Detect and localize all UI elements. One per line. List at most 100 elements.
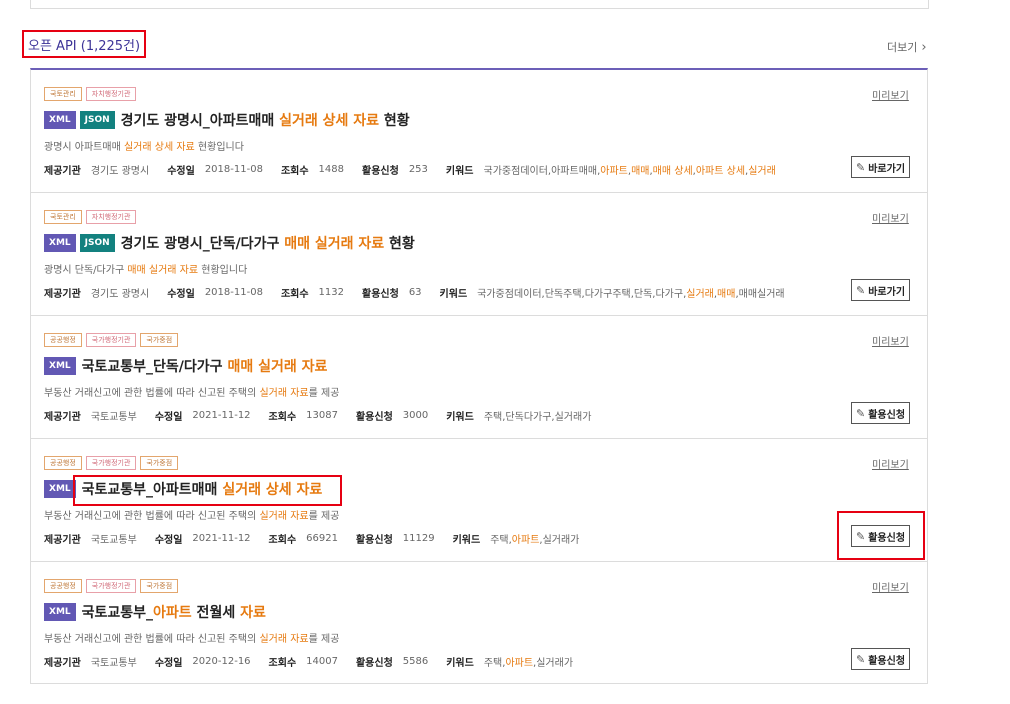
more-link[interactable]: 더보기 › xyxy=(887,39,927,55)
preview-link[interactable]: 미리보기 xyxy=(872,333,909,348)
title-text: 국토교통부_ xyxy=(81,605,154,621)
requests-value: 63 xyxy=(408,287,422,298)
preview-link[interactable]: 미리보기 xyxy=(872,579,909,594)
views-value: 1132 xyxy=(318,287,344,298)
requests-label: 활용신청 xyxy=(355,535,393,546)
more-label: 더보기 xyxy=(887,41,918,54)
keyword-highlight: 아파트 xyxy=(600,166,628,177)
title-highlight: 실거래 상세 자료 xyxy=(222,482,323,498)
action-label: 바로가기 xyxy=(868,286,906,298)
keyword-highlight: 아파트 상세 xyxy=(695,166,746,177)
description-text: 를 제공 xyxy=(308,388,340,399)
apply-button[interactable]: ✎ 활용신청 xyxy=(851,402,911,424)
tag-list: 공공행정 국가행정기관 국가중점 xyxy=(44,333,179,347)
description-text: 부동산 거래신고에 관한 법률에 따라 신고된 주택의 xyxy=(44,634,260,645)
xml-format-badge: XML xyxy=(44,603,76,621)
api-title[interactable]: 경기도 광명시_아파트매매 실거래 상세 자료 현황 xyxy=(121,110,410,130)
title-row: XML JSON 경기도 광명시_아파트매매 실거래 상세 자료 현황 xyxy=(44,110,410,130)
description-text: 를 제공 xyxy=(308,634,340,645)
category-tag: 국가행정기관 xyxy=(85,579,137,593)
provider-value: 경기도 광명시 xyxy=(90,166,150,177)
keyword-text: 주택, xyxy=(483,658,506,669)
modified-value: 2018-11-08 xyxy=(204,164,263,175)
keyword-text: 주택,단독다가구,실거래가 xyxy=(483,412,592,423)
previous-section-box xyxy=(30,0,929,9)
requests-value: 5586 xyxy=(402,656,429,667)
api-meta: 제공기관 국토교통부 수정일 2021-11-12 조회수 13087 활용신청 3000 키워… xyxy=(44,408,844,423)
description-highlight: 실거래 자료 xyxy=(259,634,309,645)
api-meta: 제공기관 경기도 광명시 수정일 2018-11-08 조회수 1132 활용신청 63 키워드… xyxy=(44,285,844,300)
views-value: 1488 xyxy=(318,164,344,175)
keyword-text: ,실거래가 xyxy=(539,535,580,546)
list-item: 국토관리 자치행정기관 XML JSON 경기도 광명시_아파트매매 실거래 상세 자료… xyxy=(31,70,927,193)
preview-link[interactable]: 미리보기 xyxy=(872,456,909,471)
api-meta: 제공기관 국토교통부 수정일 2021-11-12 조회수 66921 활용신청 11129 키… xyxy=(44,531,844,546)
pencil-icon: ✎ xyxy=(856,160,866,174)
preview-link[interactable]: 미리보기 xyxy=(872,87,909,102)
modified-label: 수정일 xyxy=(154,412,183,423)
provider-label: 제공기관 xyxy=(44,289,81,300)
category-tag: 공공행정 xyxy=(44,456,82,470)
go-to-button[interactable]: ✎ 바로가기 xyxy=(851,156,911,178)
title-highlight: 매매 실거래 자료 xyxy=(284,236,385,252)
views-value: 66921 xyxy=(306,533,338,544)
title-text: 현황 xyxy=(384,236,415,252)
title-row: XML 국토교통부_아파트 전월세 자료 xyxy=(44,602,266,622)
keywords-value: 국가중점데이터,아파트매매,아파트,매매,매매 상세,아파트 상세,실거래 xyxy=(484,162,776,177)
api-title[interactable]: 경기도 광명시_단독/다가구 매매 실거래 자료 현황 xyxy=(121,233,415,253)
title-highlight: 실거래 상세 자료 xyxy=(279,113,380,129)
preview-link[interactable]: 미리보기 xyxy=(872,210,909,225)
description-highlight: 실거래 자료 xyxy=(259,511,309,522)
keyword-text: 국가중점데이터,단독주택,다가구주택,단독,다가구, xyxy=(477,289,687,300)
api-title[interactable]: 국토교통부_단독/다가구 매매 실거래 자료 xyxy=(82,356,328,376)
category-tag: 국토관리 xyxy=(44,87,82,101)
views-value: 13087 xyxy=(306,410,338,421)
description-text: 광명시 단독/다가구 xyxy=(44,265,128,276)
go-to-button[interactable]: ✎ 바로가기 xyxy=(851,279,911,301)
category-tag: 국가행정기관 xyxy=(85,456,137,470)
requests-label: 활용신청 xyxy=(355,412,393,423)
views-label: 조회수 xyxy=(280,166,309,177)
description-text: 현황입니다 xyxy=(198,265,248,276)
api-list: 국토관리 자치행정기관 XML JSON 경기도 광명시_아파트매매 실거래 상세 자료… xyxy=(30,68,928,684)
keywords-label: 키워드 xyxy=(452,535,481,546)
api-title[interactable]: 국토교통부_아파트매매 실거래 상세 자료 xyxy=(82,479,323,499)
api-title[interactable]: 국토교통부_아파트 전월세 자료 xyxy=(82,602,266,622)
tag-list: 국토관리 자치행정기관 xyxy=(44,210,137,224)
apply-button[interactable]: ✎ 활용신청 xyxy=(851,648,911,670)
list-item: 공공행정 국가행정기관 국가중점 XML 국토교통부_단독/다가구 매매 실거래 자료 부… xyxy=(31,316,927,439)
xml-format-badge: XML xyxy=(44,480,76,498)
pencil-icon: ✎ xyxy=(856,283,866,297)
title-highlight: 아파트 xyxy=(153,605,192,621)
api-meta: 제공기관 경기도 광명시 수정일 2018-11-08 조회수 1488 활용신청 253 키워… xyxy=(44,162,844,177)
title-text: 국토교통부_아파트매매 xyxy=(81,482,223,498)
keywords-label: 키워드 xyxy=(446,412,474,423)
requests-label: 활용신청 xyxy=(362,166,399,177)
pencil-icon: ✎ xyxy=(856,529,866,543)
keywords-label: 키워드 xyxy=(446,658,474,669)
category-tag: 자치행정기관 xyxy=(85,210,137,224)
provider-value: 국토교통부 xyxy=(90,412,137,423)
section-title: 오픈 API (1,225건) xyxy=(22,30,147,58)
keyword-highlight: 실거래 xyxy=(748,166,776,177)
action-label: 활용신청 xyxy=(868,409,906,421)
category-tag: 자치행정기관 xyxy=(85,87,137,101)
views-label: 조회수 xyxy=(280,289,309,300)
description-text: 를 제공 xyxy=(308,511,340,522)
title-text: 경기도 광명시_단독/다가구 xyxy=(120,236,285,252)
xml-format-badge: XML xyxy=(44,357,76,375)
list-item: 공공행정 국가행정기관 국가중점 XML 국토교통부_아파트매매 실거래 상세 자료 부동… xyxy=(31,439,927,562)
api-description: 광명시 단독/다가구 매매 실거래 자료 현황입니다 xyxy=(44,261,247,276)
list-item: 공공행정 국가행정기관 국가중점 XML 국토교통부_아파트 전월세 자료 부동산 거래신… xyxy=(31,562,927,685)
apply-button[interactable]: ✎ 활용신청 xyxy=(851,525,911,547)
api-description: 광명시 아파트매매 실거래 상세 자료 현황입니다 xyxy=(44,138,244,153)
title-row: XML JSON 경기도 광명시_단독/다가구 매매 실거래 자료 현황 xyxy=(44,233,415,253)
modified-label: 수정일 xyxy=(154,535,183,546)
pencil-icon: ✎ xyxy=(856,652,866,666)
views-label: 조회수 xyxy=(268,535,297,546)
requests-value: 3000 xyxy=(402,410,429,421)
provider-value: 국토교통부 xyxy=(90,535,137,546)
provider-label: 제공기관 xyxy=(44,658,81,669)
tag-list: 공공행정 국가행정기관 국가중점 xyxy=(44,456,179,470)
keyword-text: ,실거래가 xyxy=(533,658,574,669)
